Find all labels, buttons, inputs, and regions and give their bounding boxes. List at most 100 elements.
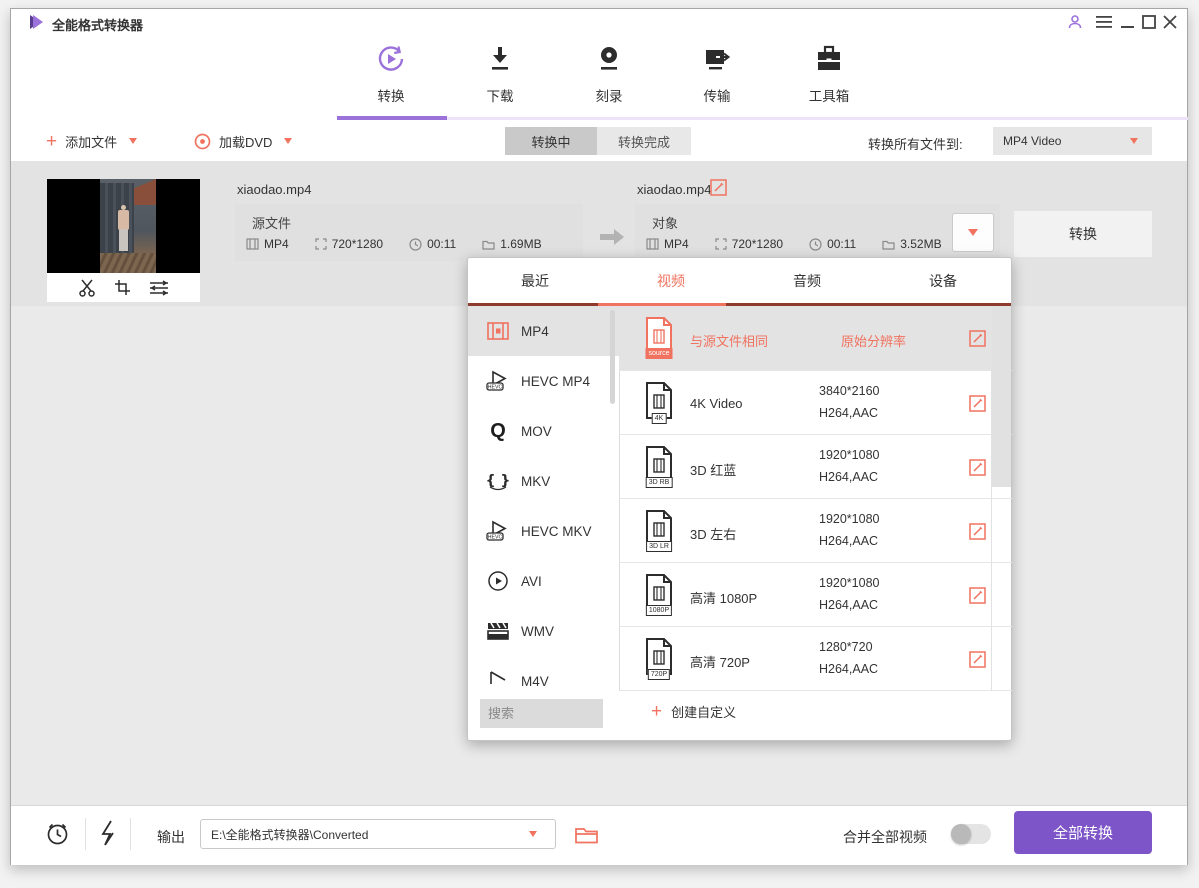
dvd-icon xyxy=(194,133,211,150)
popup-tab-recent[interactable]: 最近 xyxy=(467,259,603,303)
rename-icon[interactable] xyxy=(710,179,727,196)
preset-title: 3D 左右 xyxy=(690,524,736,543)
convert-arrow-icon xyxy=(598,227,626,247)
preset-list-scrollbar-thumb[interactable] xyxy=(992,307,1011,487)
effects-icon[interactable] xyxy=(149,280,169,296)
preset-dropdown-caret-icon xyxy=(968,229,978,236)
wmv-icon xyxy=(483,621,513,641)
target-duration: 00:11 xyxy=(827,237,856,251)
target-format: MP4 xyxy=(664,237,689,251)
edit-preset-icon[interactable] xyxy=(969,459,986,476)
tab-finished[interactable]: 转换完成 xyxy=(597,127,691,155)
convert-row-button[interactable]: 转换 xyxy=(1014,211,1152,257)
nav-download[interactable]: 下载 xyxy=(455,44,545,105)
menu-icon[interactable] xyxy=(1096,16,1112,34)
schedule-icon[interactable] xyxy=(45,821,70,846)
preset-badge: 1080P xyxy=(646,605,672,616)
preset-file-icon: 3D RB xyxy=(644,446,674,484)
popup-tab-video[interactable]: 视频 xyxy=(603,259,739,303)
output-format-caret-icon xyxy=(1130,138,1138,144)
convert-all-button[interactable]: 全部转换 xyxy=(1014,811,1152,854)
target-size: 3.52MB xyxy=(900,237,941,251)
preset-row-source[interactable]: source 与源文件相同 原始分辨率 xyxy=(619,306,1011,370)
nav-convert[interactable]: 转换 xyxy=(346,44,436,105)
popup-tab-device[interactable]: 设备 xyxy=(875,259,1011,303)
account-icon[interactable] xyxy=(1066,13,1084,36)
edit-preset-icon[interactable] xyxy=(969,330,986,347)
preset-row-720p[interactable]: 720P 高清 720P 1280*720 H264,AAC xyxy=(619,626,1012,691)
preset-resolution: 3840*2160 xyxy=(819,384,879,398)
footer-divider xyxy=(85,818,86,850)
preset-row-1080p[interactable]: 1080P 高清 1080P 1920*1080 H264,AAC xyxy=(619,562,1012,626)
source-panel: 源文件 MP4 720*1280 00:11 1.69MB xyxy=(235,204,583,261)
nav-convert-label: 转换 xyxy=(346,85,436,105)
mkv-icon: { } xyxy=(483,470,513,492)
bottom-bar xyxy=(11,805,1187,865)
preset-badge: 3D LR xyxy=(646,541,672,552)
merge-videos-toggle[interactable] xyxy=(951,824,991,844)
source-panel-title: 源文件 xyxy=(252,213,291,232)
target-resolution: 720*1280 xyxy=(732,237,783,251)
crop-icon[interactable] xyxy=(114,279,131,296)
source-duration: 00:11 xyxy=(427,237,456,251)
edit-preset-icon[interactable] xyxy=(969,523,986,540)
close-button[interactable] xyxy=(1163,15,1177,34)
app-window: 全能格式转换器 转换 下载 刻录 xyxy=(0,0,1199,888)
load-dvd-label: 加载DVD xyxy=(219,132,272,151)
preset-file-icon: 4K xyxy=(644,382,674,420)
source-resolution: 720*1280 xyxy=(332,237,383,251)
trim-icon[interactable] xyxy=(78,278,96,297)
format-item-mov[interactable]: Q MOV xyxy=(468,406,619,456)
app-title: 全能格式转换器 xyxy=(52,15,143,34)
format-item-wmv[interactable]: WMV xyxy=(468,606,619,656)
nav-burn[interactable]: 刻录 xyxy=(564,44,654,105)
preset-file-icon: 1080P xyxy=(644,574,674,612)
format-item-hevc-mkv[interactable]: HEVC HEVC MKV xyxy=(468,506,619,556)
size-icon xyxy=(882,239,895,250)
format-item-hevc-mp4[interactable]: HEVC HEVC MP4 xyxy=(468,356,619,406)
format-item-m4v[interactable]: M4V xyxy=(468,656,619,691)
preset-codec: H264,AAC xyxy=(819,406,878,420)
edit-preset-icon[interactable] xyxy=(969,587,986,604)
output-path-select[interactable]: E:\全能格式转换器\Converted xyxy=(200,819,556,849)
resolution-icon xyxy=(315,238,327,250)
nav-download-label: 下载 xyxy=(455,85,545,105)
video-thumbnail xyxy=(47,179,200,273)
format-item-mkv[interactable]: { } MKV xyxy=(468,456,619,506)
preset-row-4k[interactable]: 4K 4K Video 3840*2160 H264,AAC xyxy=(619,370,1012,434)
create-custom-button[interactable]: + 创建自定义 xyxy=(651,702,736,721)
open-folder-icon[interactable] xyxy=(575,825,599,844)
edit-preset-icon[interactable] xyxy=(969,651,986,668)
preset-search-input[interactable] xyxy=(480,699,603,728)
add-file-caret-icon xyxy=(129,138,137,144)
load-dvd-button[interactable]: 加载DVD xyxy=(194,128,292,154)
edit-preset-icon[interactable] xyxy=(969,395,986,412)
popup-tab-audio[interactable]: 音频 xyxy=(739,259,875,303)
output-path-caret-icon xyxy=(529,831,537,837)
maximize-button[interactable] xyxy=(1142,15,1156,34)
output-format-select[interactable]: MP4 Video xyxy=(993,127,1152,155)
nav-transfer-label: 传输 xyxy=(672,85,762,105)
preset-codec: H264,AAC xyxy=(819,470,878,484)
preset-codec: H264,AAC xyxy=(819,662,878,676)
format-item-mp4[interactable]: MP4 xyxy=(468,306,619,356)
format-item-avi[interactable]: AVI xyxy=(468,556,619,606)
format-list-scrollbar[interactable] xyxy=(610,310,615,404)
nav-burn-label: 刻录 xyxy=(564,85,654,105)
add-file-button[interactable]: + 添加文件 xyxy=(46,128,137,154)
preset-source-icon: source xyxy=(644,317,674,355)
minimize-button[interactable] xyxy=(1121,15,1134,34)
preset-row-3d-rb[interactable]: 3D RB 3D 红蓝 1920*1080 H264,AAC xyxy=(619,434,1012,498)
preset-title: 4K Video xyxy=(690,396,743,411)
nav-transfer[interactable]: 传输 xyxy=(672,44,762,105)
m4v-icon xyxy=(483,670,513,691)
nav-toolbox[interactable]: 工具箱 xyxy=(784,44,874,105)
tab-converting[interactable]: 转换中 xyxy=(505,127,597,155)
format-list: MP4 HEVC HEVC MP4 Q MOV { } MKV HEVC HEV… xyxy=(468,306,619,691)
plus-icon: + xyxy=(46,132,57,151)
preset-row-3d-lr[interactable]: 3D LR 3D 左右 1920*1080 H264,AAC xyxy=(619,498,1012,562)
target-panel-title: 对象 xyxy=(652,213,678,232)
preset-title: 与源文件相同 xyxy=(690,331,768,350)
high-speed-icon[interactable] xyxy=(99,819,117,847)
preset-dropdown-button[interactable] xyxy=(952,213,994,252)
